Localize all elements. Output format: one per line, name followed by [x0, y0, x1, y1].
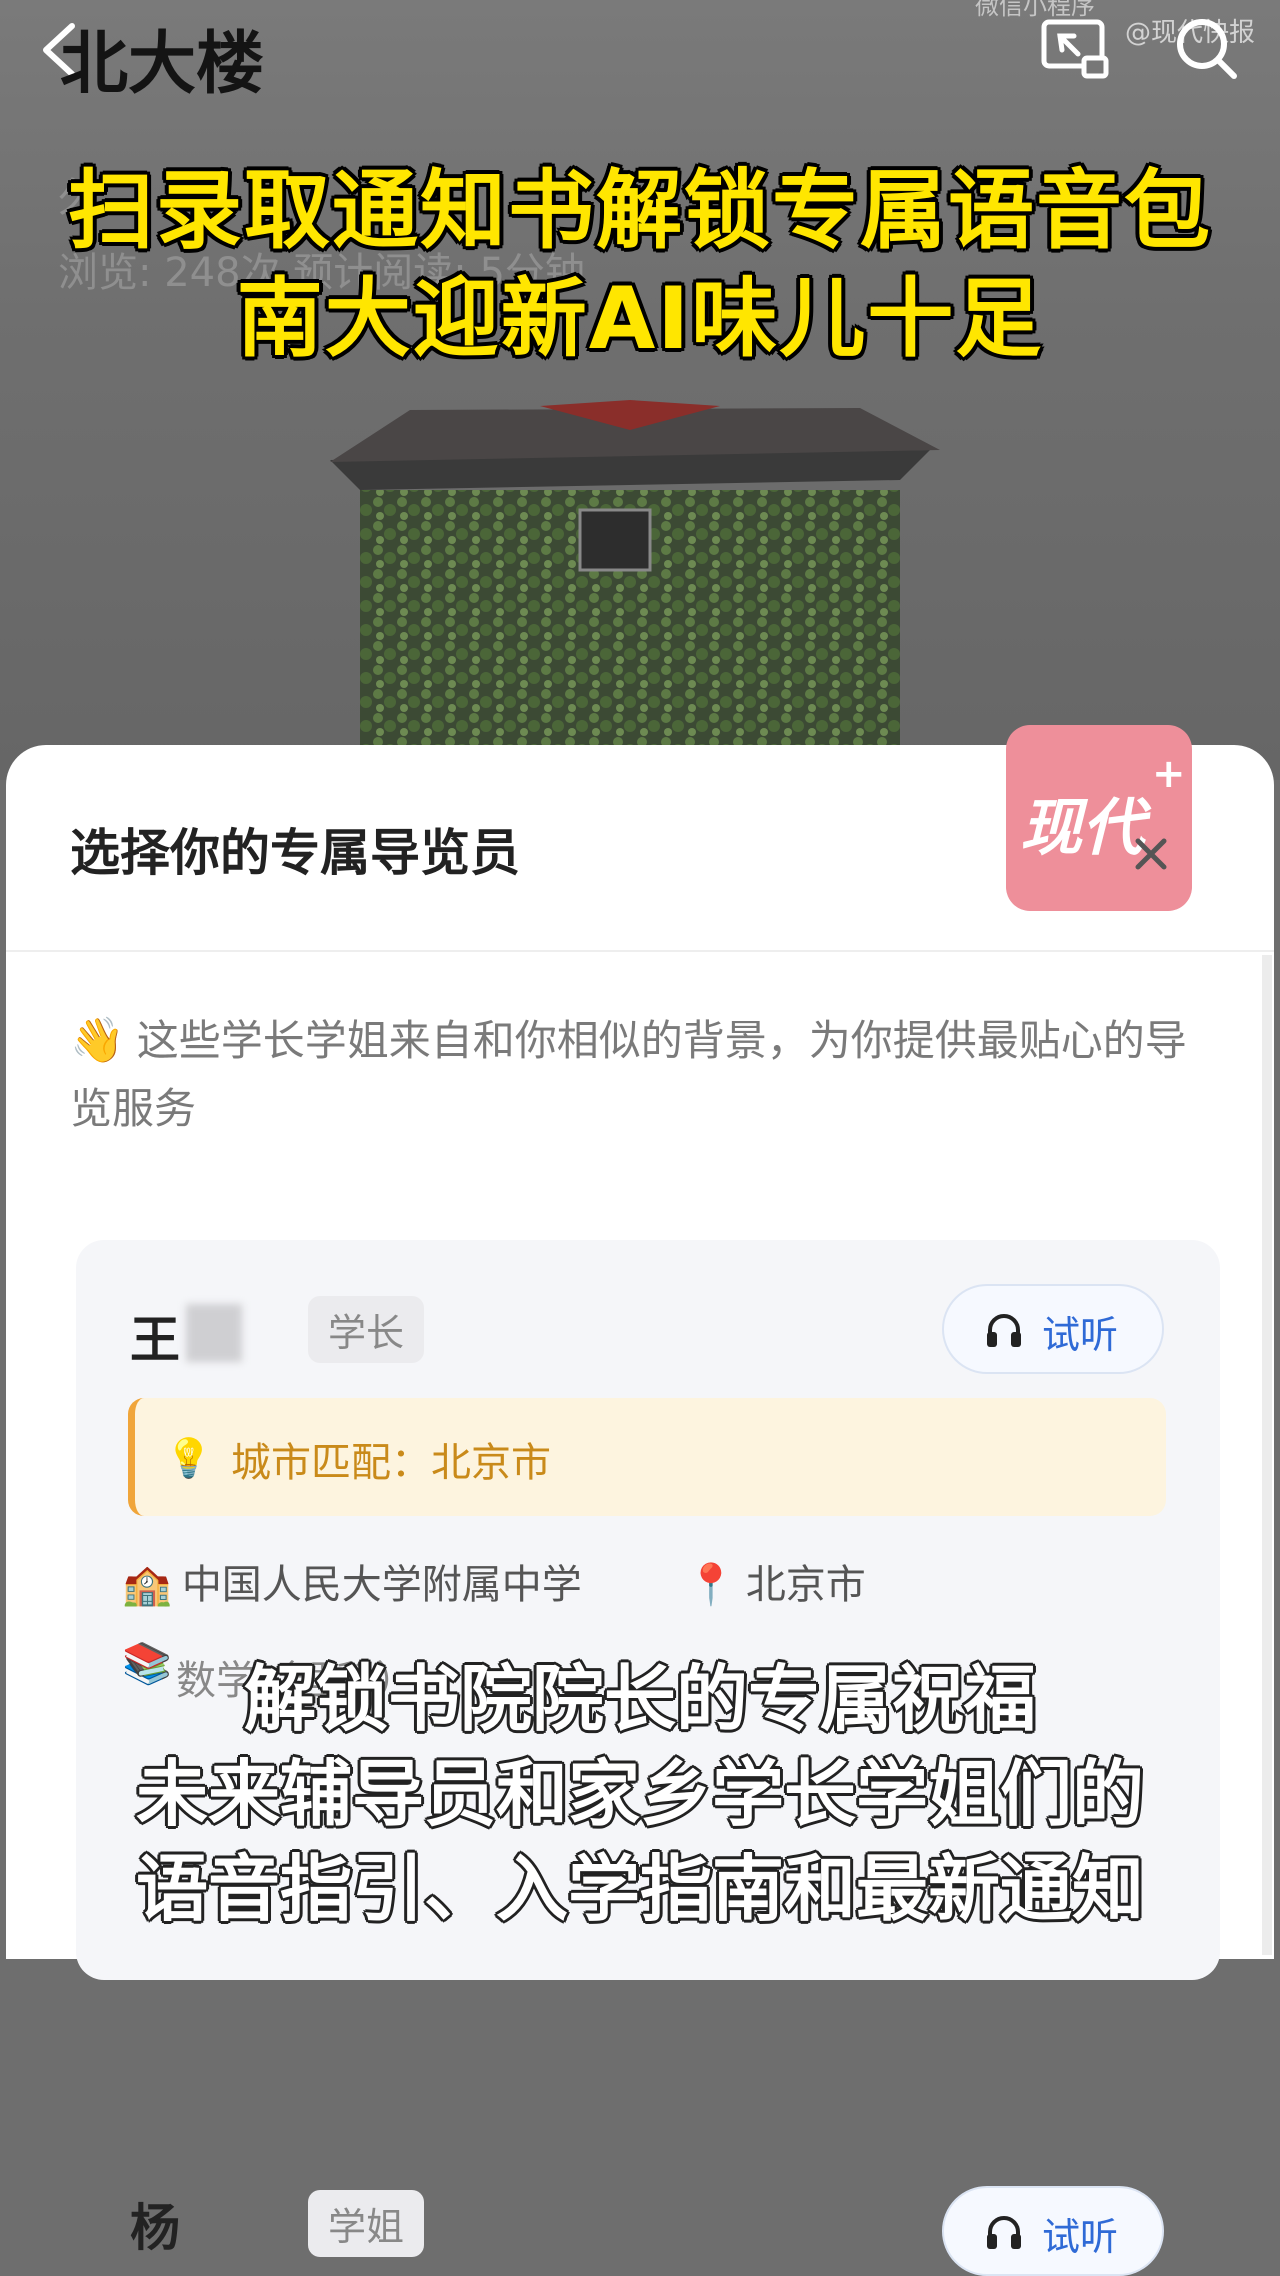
close-icon[interactable]	[1132, 835, 1170, 873]
pin-icon: 📍	[686, 1562, 736, 1608]
logo-text: 现代	[1020, 791, 1145, 864]
logo-plus: +	[1152, 751, 1186, 797]
guide-role-tag: 学长	[308, 1296, 425, 1363]
divider	[6, 950, 1274, 952]
listen-label: 试听	[1042, 2215, 1119, 2259]
intro-text: 👋 这些学长学姐来自和你相似的背景，为你提供最贴心的导览服务	[70, 1007, 1200, 1143]
subtitle-line-3: 语音指引、入学指南和最新通知	[135, 1847, 1144, 1931]
name-blur-mask	[186, 1304, 242, 1362]
search-icon[interactable]	[1172, 14, 1240, 82]
next-listen-button[interactable]: 试听	[942, 2186, 1164, 2276]
headline-line-2: 南大迎新AI味儿十足	[236, 269, 1044, 369]
subtitle-line-1: 解锁书院院长的专属祝福	[243, 1657, 1036, 1741]
share-icon[interactable]	[1040, 18, 1110, 80]
location-name: 北京市	[745, 1562, 866, 1608]
city-match-box: 💡 城市匹配：北京市	[128, 1398, 1166, 1516]
headphone-icon	[987, 1314, 1021, 1347]
bulb-icon: 💡	[165, 1436, 213, 1480]
page-title: 北大楼	[60, 25, 265, 104]
next-guide-role-tag: 学姐	[308, 2190, 425, 2257]
city-match-label: 城市匹配：北京市	[231, 1440, 551, 1486]
subtitle-line-2: 未来辅导员和家乡学长学姐们的	[135, 1752, 1144, 1836]
intro-label: 这些学长学姐来自和你相似的背景，为你提供最贴心的导览服务	[70, 1016, 1187, 1133]
guide-name: 王	[130, 1311, 180, 1369]
headline-line-1: 扫录取通知书解锁专属语音包	[68, 161, 1212, 261]
listen-button[interactable]: 试听	[942, 1284, 1164, 1374]
building-image	[330, 400, 940, 760]
school-icon: 🏫	[122, 1562, 172, 1608]
school-name: 中国人民大学附属中学	[181, 1562, 582, 1608]
sheet-title: 选择你的专属导览员	[70, 824, 520, 882]
wave-icon: 👋	[70, 1015, 125, 1066]
next-guide-name: 杨	[130, 2199, 180, 2257]
listen-label: 试听	[1042, 1313, 1119, 1357]
school-info: 🏫 中国人民大学附属中学	[122, 1552, 582, 1610]
location-info: 📍 北京市	[686, 1552, 866, 1610]
video-header-area: 北大楼 微信小程序 @现代快报 久 浏览: 248次 预计阅读: 5分钟 扫录取…	[0, 0, 1280, 780]
news-logo-badge: 现代 +	[1006, 725, 1192, 911]
headphone-icon	[987, 2216, 1021, 2249]
